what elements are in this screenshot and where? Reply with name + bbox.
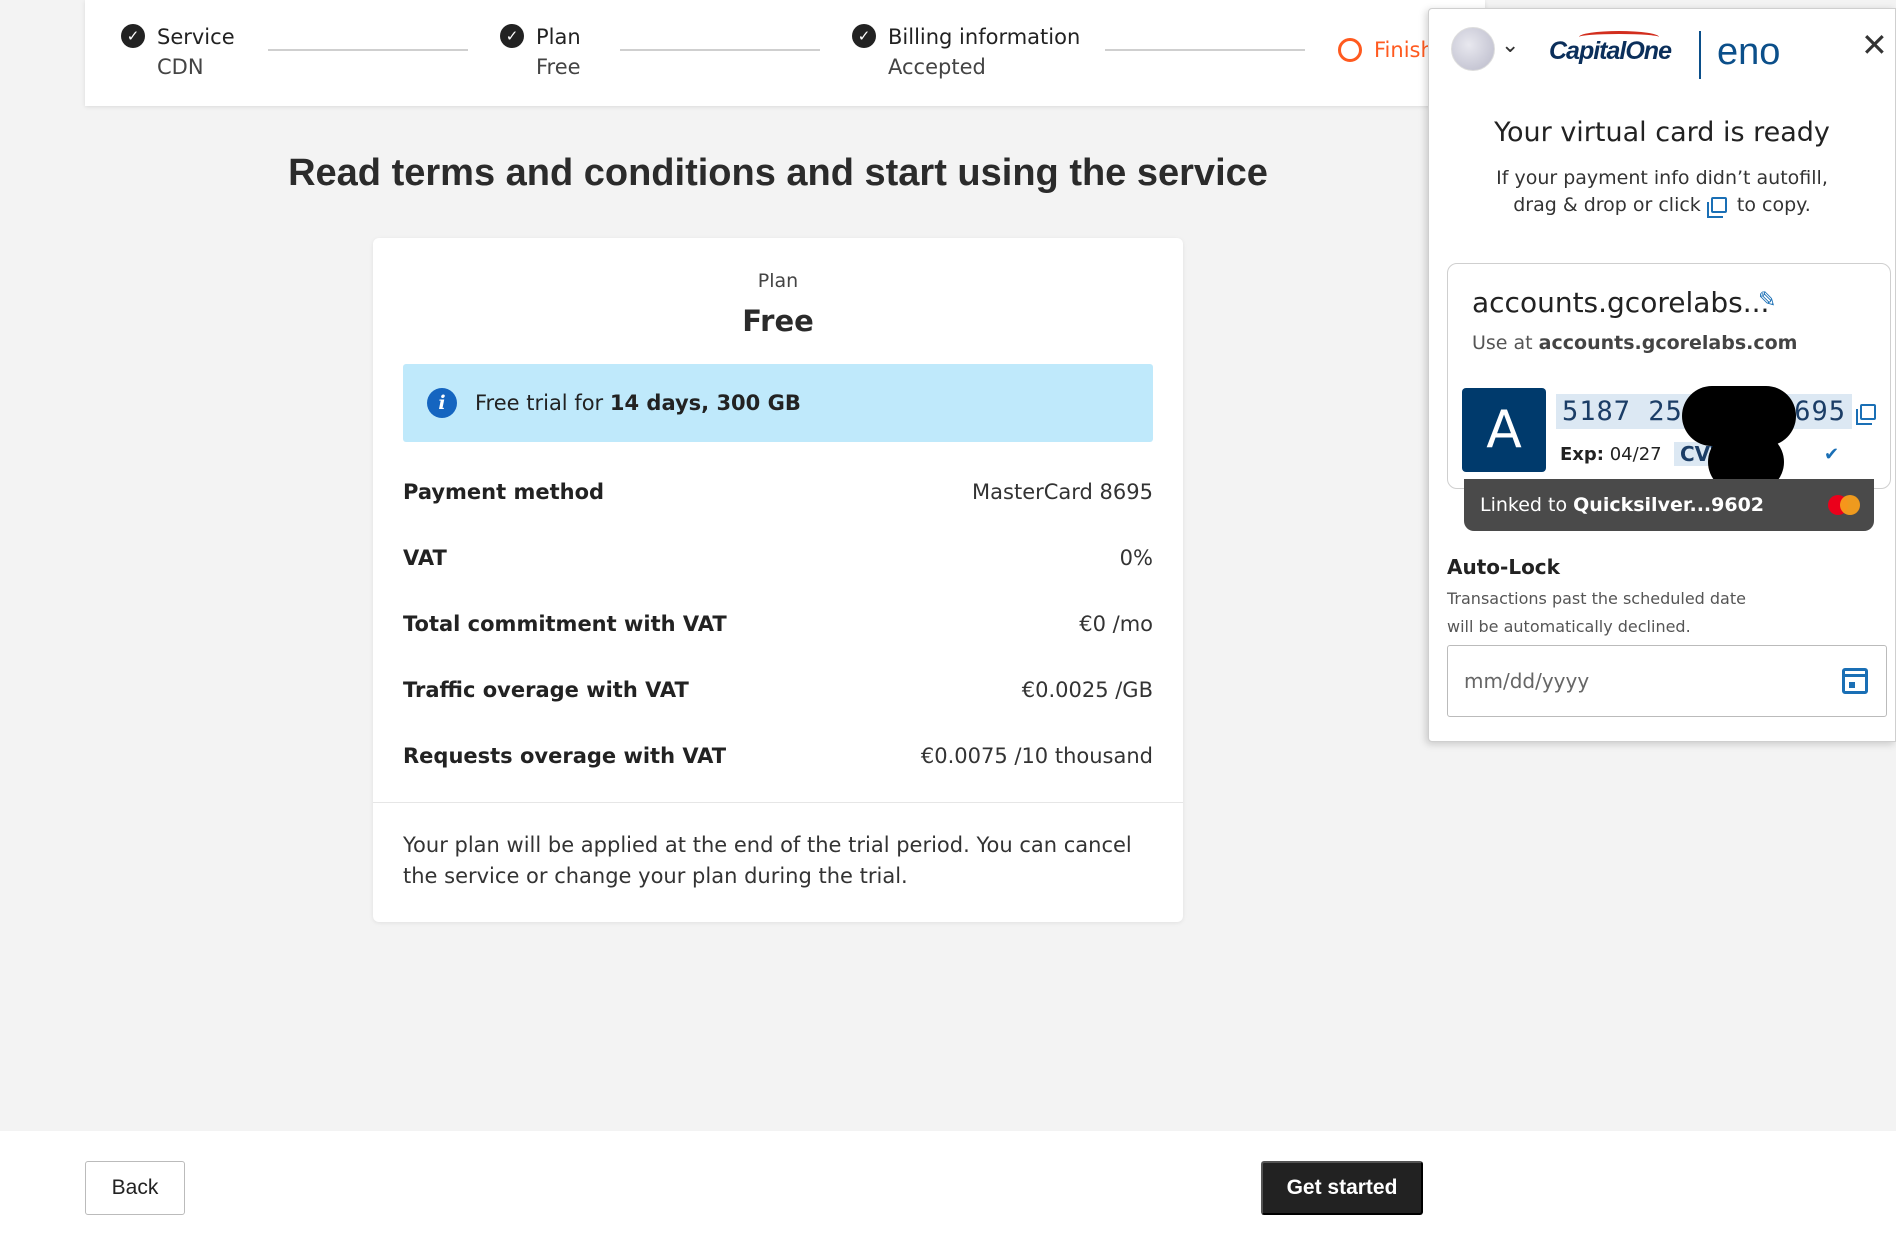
check-icon: ✔ bbox=[1824, 444, 1840, 465]
row-value: MasterCard 8695 bbox=[972, 480, 1153, 504]
eno-logo: eno bbox=[1717, 31, 1781, 73]
trial-info-bold: 14 days, 300 GB bbox=[609, 391, 801, 415]
virtual-card[interactable]: accounts.gcorelabs... ✎ Use at accounts.… bbox=[1447, 263, 1891, 492]
plan-name: Free bbox=[742, 304, 814, 338]
close-icon[interactable]: ✕ bbox=[1861, 29, 1888, 61]
plan-summary-card: Plan Free i Free trial for 14 days, 300 … bbox=[373, 238, 1183, 922]
subtitle-line1: If your payment info didn’t autofill, bbox=[1496, 167, 1828, 189]
chevron-down-icon[interactable]: ⌄ bbox=[1501, 33, 1519, 58]
row-key: Requests overage with VAT bbox=[403, 744, 727, 768]
step-service: ✓ Service CDN bbox=[121, 22, 235, 82]
row-key: Payment method bbox=[403, 480, 605, 504]
footer-bar: Back Get started bbox=[0, 1131, 1896, 1242]
row-value: €0.0075 /10 thousand bbox=[920, 744, 1153, 768]
step-finish: Finish bbox=[1338, 22, 1434, 65]
divider bbox=[373, 802, 1183, 803]
logo-divider bbox=[1699, 31, 1701, 79]
get-started-button[interactable]: Get started bbox=[1261, 1161, 1423, 1215]
autolock-title: Auto-Lock bbox=[1447, 555, 1560, 579]
summary-row: Payment method MasterCard 8695 bbox=[403, 480, 1153, 504]
step-plan: ✓ Plan Free bbox=[500, 22, 581, 82]
linked-card-bar: Linked to Quicksilver...9602 bbox=[1464, 479, 1874, 531]
card-expiry[interactable]: Exp: 04/27 bbox=[1560, 444, 1662, 465]
merchant-usage: Use at accounts.gcorelabs.com bbox=[1472, 332, 1797, 354]
summary-row: Traffic overage with VAT €0.0025 /GB bbox=[403, 678, 1153, 702]
subtitle-text: drag & drop or click bbox=[1513, 194, 1701, 216]
step-subtitle: Free bbox=[536, 55, 581, 79]
step-connector bbox=[268, 49, 468, 51]
page-title: Read terms and conditions and start usin… bbox=[288, 152, 1268, 194]
card-number-start: 5187 25 bbox=[1562, 396, 1683, 427]
step-billing: ✓ Billing information Accepted bbox=[852, 22, 1080, 82]
trial-info-text: Free trial for bbox=[475, 391, 610, 415]
logo-swoosh bbox=[1579, 31, 1659, 43]
info-icon: i bbox=[427, 388, 457, 418]
date-placeholder: mm/dd/yyyy bbox=[1464, 669, 1590, 693]
mastercard-icon bbox=[1828, 495, 1860, 515]
row-value: €0.0025 /GB bbox=[1021, 678, 1153, 702]
step-subtitle: Accepted bbox=[888, 55, 986, 79]
check-circle-icon: ✓ bbox=[500, 24, 524, 48]
step-connector bbox=[620, 49, 820, 51]
calendar-icon[interactable] bbox=[1842, 668, 1868, 694]
copy-icon[interactable] bbox=[1856, 404, 1876, 425]
eno-virtual-card-popup: ⌄ CapitalOne eno ✕ Your virtual card is … bbox=[1428, 8, 1896, 742]
usage-prefix: Use at bbox=[1472, 332, 1539, 354]
merchant-name: accounts.gcorelabs... bbox=[1472, 286, 1770, 319]
progress-stepper: ✓ Service CDN ✓ Plan Free ✓ Billing info… bbox=[85, 0, 1485, 106]
trial-info-banner: i Free trial for 14 days, 300 GB bbox=[403, 364, 1153, 442]
autolock-date-input[interactable]: mm/dd/yyyy bbox=[1447, 645, 1887, 717]
check-circle-icon: ✓ bbox=[121, 24, 145, 48]
card-avatar: A bbox=[1462, 388, 1546, 472]
usage-domain: accounts.gcorelabs.com bbox=[1538, 332, 1798, 354]
step-title: Service bbox=[157, 25, 235, 49]
capital-one-logo: CapitalOne bbox=[1549, 31, 1672, 66]
check-circle-icon: ✓ bbox=[852, 24, 876, 48]
summary-row: Total commitment with VAT €0 /mo bbox=[403, 612, 1153, 636]
subtitle-text: to copy. bbox=[1736, 194, 1811, 216]
step-connector bbox=[1105, 49, 1305, 51]
exp-label: Exp: bbox=[1560, 444, 1604, 465]
copy-icon bbox=[1706, 197, 1727, 218]
autolock-description: Transactions past the scheduled date wil… bbox=[1447, 589, 1746, 636]
linked-prefix: Linked to bbox=[1480, 494, 1574, 516]
plan-label: Plan bbox=[757, 270, 799, 292]
ring-icon bbox=[1338, 38, 1362, 62]
row-value: 0% bbox=[1119, 546, 1153, 570]
summary-row: Requests overage with VAT €0.0075 /10 th… bbox=[403, 744, 1153, 768]
summary-row: VAT 0% bbox=[403, 546, 1153, 570]
pencil-icon[interactable]: ✎ bbox=[1758, 288, 1776, 313]
step-title: Finish bbox=[1374, 38, 1434, 62]
trial-note: Your plan will be applied at the end of … bbox=[403, 833, 1132, 888]
exp-value: 04/27 bbox=[1609, 444, 1662, 465]
step-title: Billing information bbox=[888, 25, 1081, 49]
row-value: €0 /mo bbox=[1079, 612, 1153, 636]
linked-card: Quicksilver...9602 bbox=[1573, 494, 1765, 516]
popup-subtitle: If your payment info didn’t autofill, dr… bbox=[1429, 165, 1895, 219]
row-key: Total commitment with VAT bbox=[403, 612, 727, 636]
row-key: VAT bbox=[403, 546, 447, 570]
step-subtitle: CDN bbox=[157, 55, 204, 79]
back-button[interactable]: Back bbox=[85, 1161, 185, 1215]
subtitle-line2: drag & drop or click to copy. bbox=[1429, 192, 1895, 219]
popup-title: Your virtual card is ready bbox=[1494, 117, 1830, 148]
avatar[interactable] bbox=[1451, 27, 1495, 71]
step-title: Plan bbox=[536, 25, 581, 49]
row-key: Traffic overage with VAT bbox=[403, 678, 689, 702]
